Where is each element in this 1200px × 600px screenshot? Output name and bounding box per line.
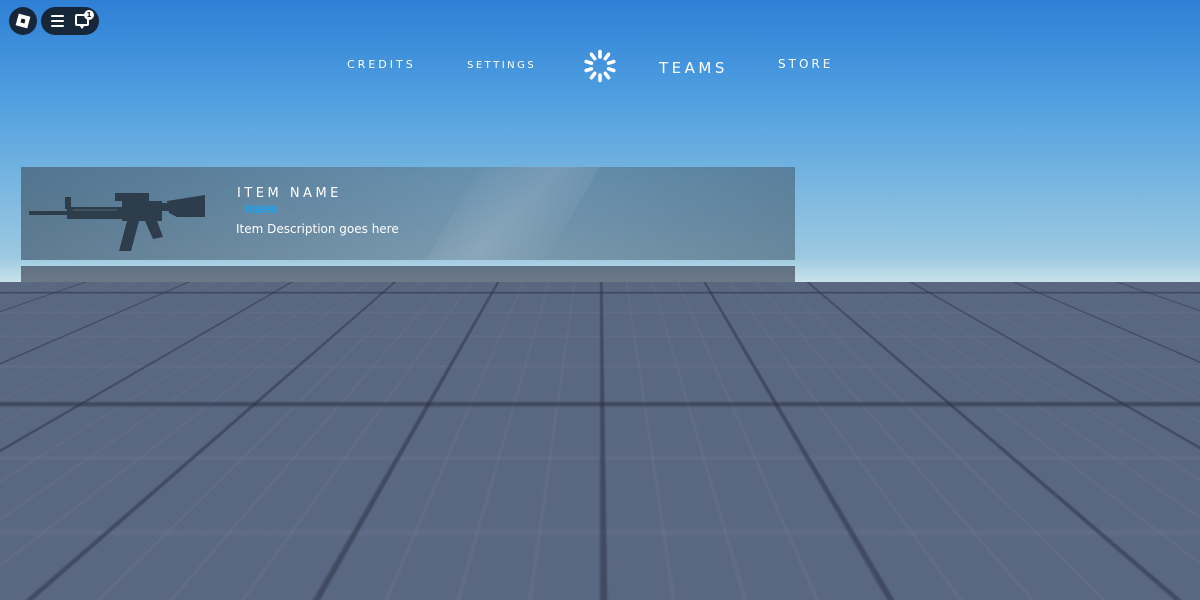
store-item-card[interactable]: ITEM NAME R$990 Item Description goes he…: [21, 167, 795, 260]
nav-credits[interactable]: CREDITS: [347, 58, 416, 71]
nav-teams[interactable]: TEAMS: [659, 59, 728, 77]
store-item-card[interactable]: ITEM NAME R$400 Item Description goes he…: [21, 266, 795, 359]
item-price: R$400: [245, 303, 277, 315]
assault-rifle-icon: [27, 177, 207, 257]
item-description: Item Description goes here: [236, 420, 399, 434]
item-name: ITEM NAME: [237, 285, 342, 300]
spinner-ring-icon[interactable]: [583, 49, 617, 83]
roblox-logo-icon: [16, 14, 31, 29]
roblox-menu-button[interactable]: [9, 7, 37, 35]
item-name: ITEM NAME: [237, 186, 342, 201]
item-price: R$990: [245, 402, 277, 414]
topbar-pill: 1: [41, 7, 99, 35]
item-name: ITEM NAME: [237, 384, 342, 399]
nav-settings[interactable]: SETTINGS: [467, 60, 536, 71]
assault-rifle-icon: [27, 276, 207, 356]
store-item-card[interactable]: ITEM NAME R$990 Item Description goes he…: [21, 365, 795, 458]
chat-badge: 1: [84, 10, 94, 20]
assault-rifle-icon: [27, 375, 207, 455]
store-item-list: ITEM NAME R$990 Item Description goes he…: [21, 167, 795, 459]
item-description: Item Description goes here: [236, 222, 399, 236]
nav-store[interactable]: STORE: [778, 57, 833, 71]
light-streak: [411, 167, 612, 260]
hamburger-menu-icon[interactable]: [51, 15, 64, 27]
item-description: Item Description goes here: [236, 321, 399, 335]
item-price: R$990: [245, 204, 277, 216]
